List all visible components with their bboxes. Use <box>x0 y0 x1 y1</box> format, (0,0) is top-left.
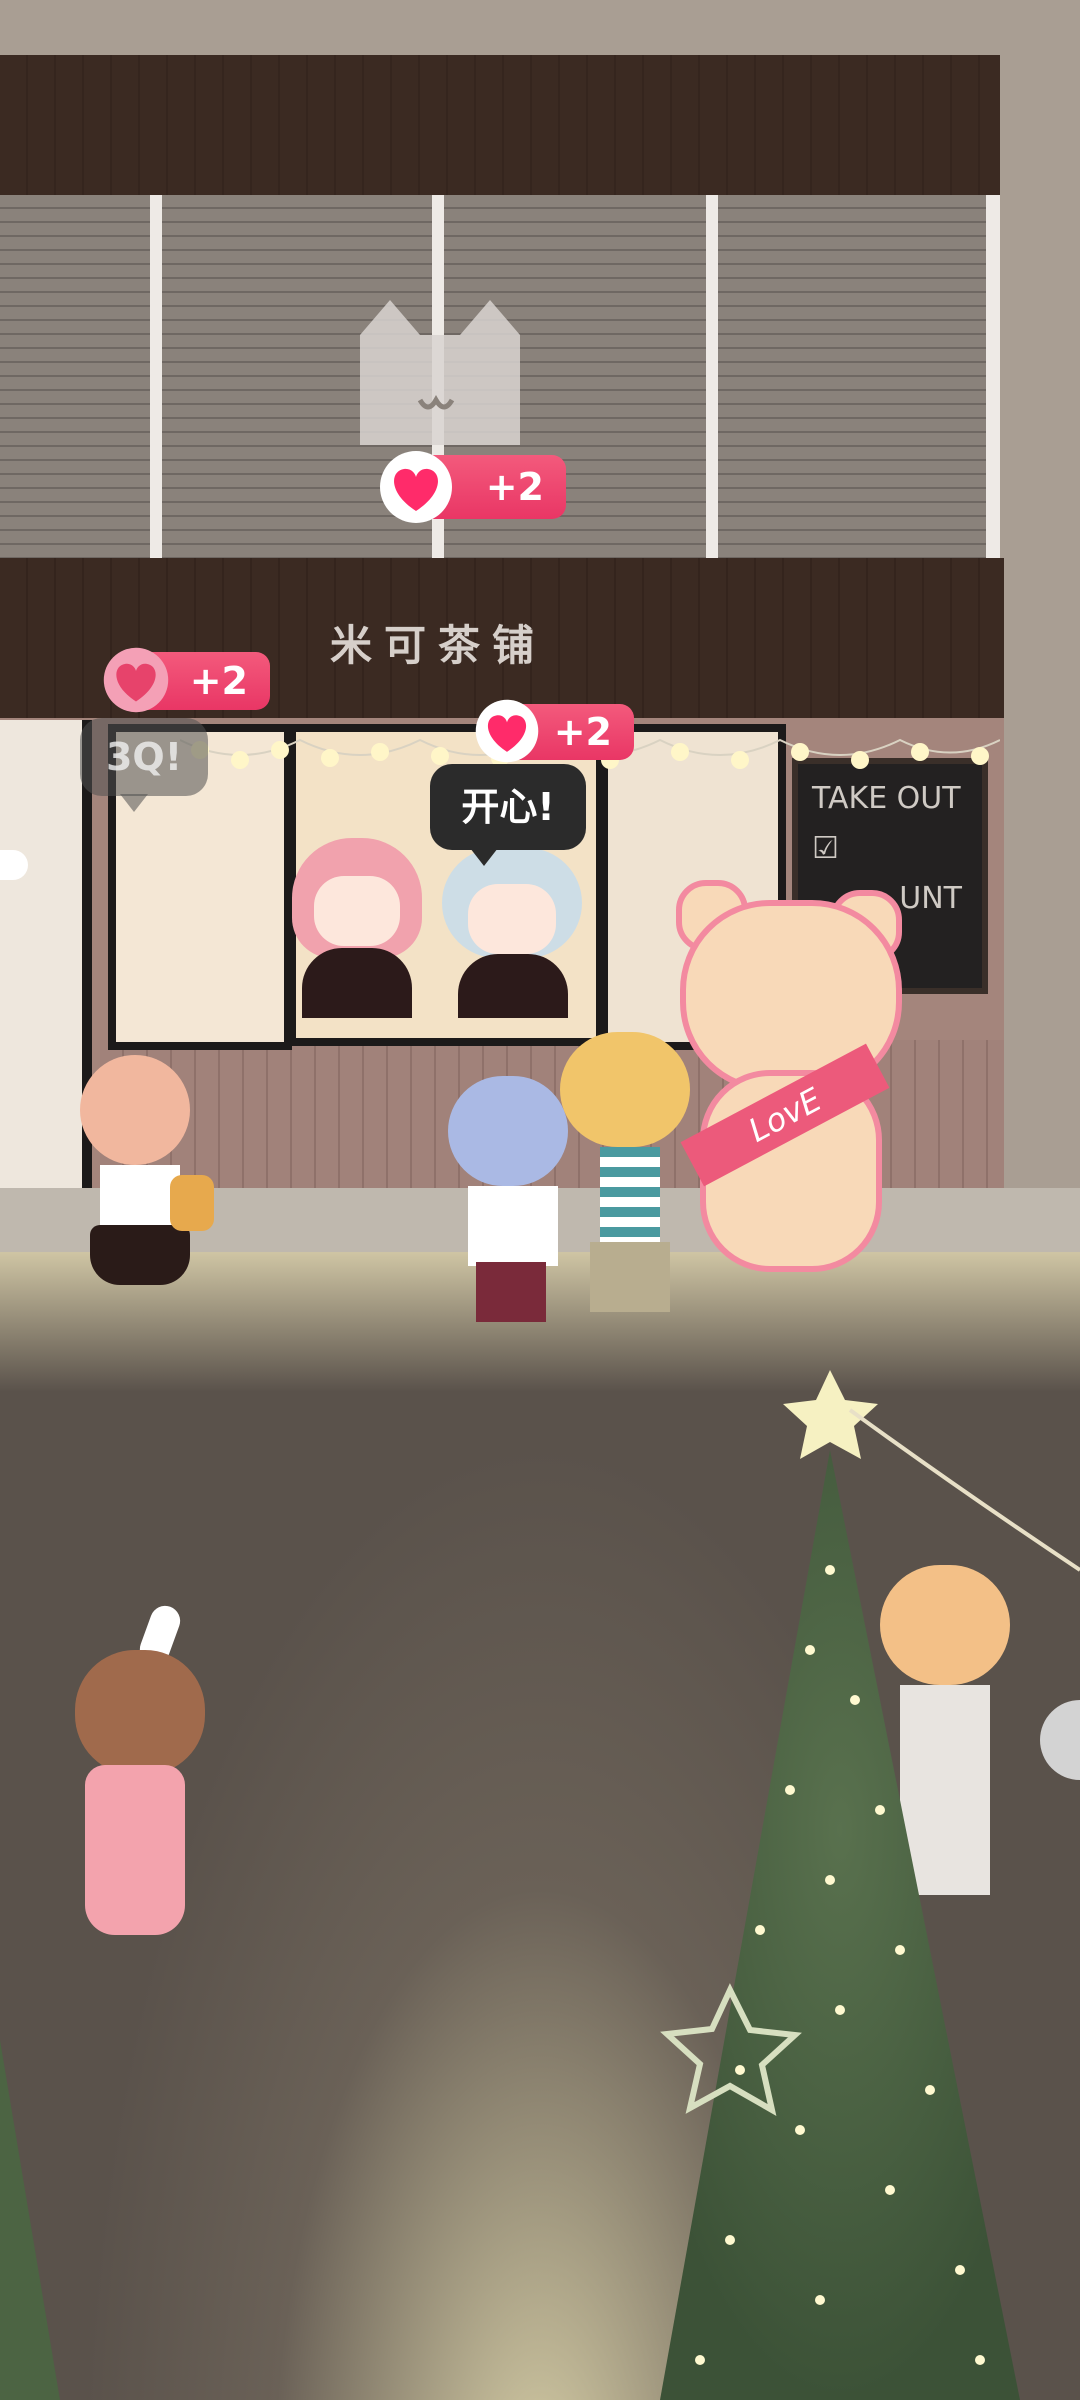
christmas-tree-left <box>0 2040 60 2400</box>
pedestrian-blue-hair-boy[interactable] <box>448 1076 578 1406</box>
blind-post <box>986 195 1000 560</box>
affection-popup[interactable]: +2 <box>103 647 270 713</box>
christmas-tree <box>660 1370 1080 2400</box>
affection-value: +2 <box>189 659 248 703</box>
affection-popup[interactable]: +2 <box>475 699 634 763</box>
affection-value: +2 <box>553 710 612 754</box>
shop-name: 米可茶铺 <box>330 621 547 670</box>
pedestrian-girl-peach-hair[interactable] <box>70 1055 214 1345</box>
affection-value: +2 <box>485 465 544 509</box>
affection-popup[interactable]: +2 <box>380 451 566 523</box>
shopkeeper-pink-hair[interactable] <box>292 838 422 1018</box>
blind-post <box>150 195 162 560</box>
shopkeeper-blue-hair[interactable] <box>442 848 582 1018</box>
heart-icon <box>380 451 452 523</box>
heart-icon <box>103 647 169 713</box>
upper-roof <box>0 55 1000 195</box>
game-scene: 米可茶铺 TAKE OUT ☑ UNT LovE +2 +2 +2 3Q! 开心… <box>0 0 1080 2400</box>
speech-bubble-left: 3Q! <box>80 718 208 812</box>
heart-icon <box>475 699 539 763</box>
blind-post <box>706 195 718 560</box>
cat-logo-icon <box>360 300 520 445</box>
chalkboard-line: ☑ <box>812 831 839 866</box>
bear-mascot[interactable]: LovE <box>660 880 902 1272</box>
speech-bubble-window: 开心! <box>430 764 586 866</box>
pedestrian-girl-bunny-ears[interactable] <box>65 1601 215 2025</box>
